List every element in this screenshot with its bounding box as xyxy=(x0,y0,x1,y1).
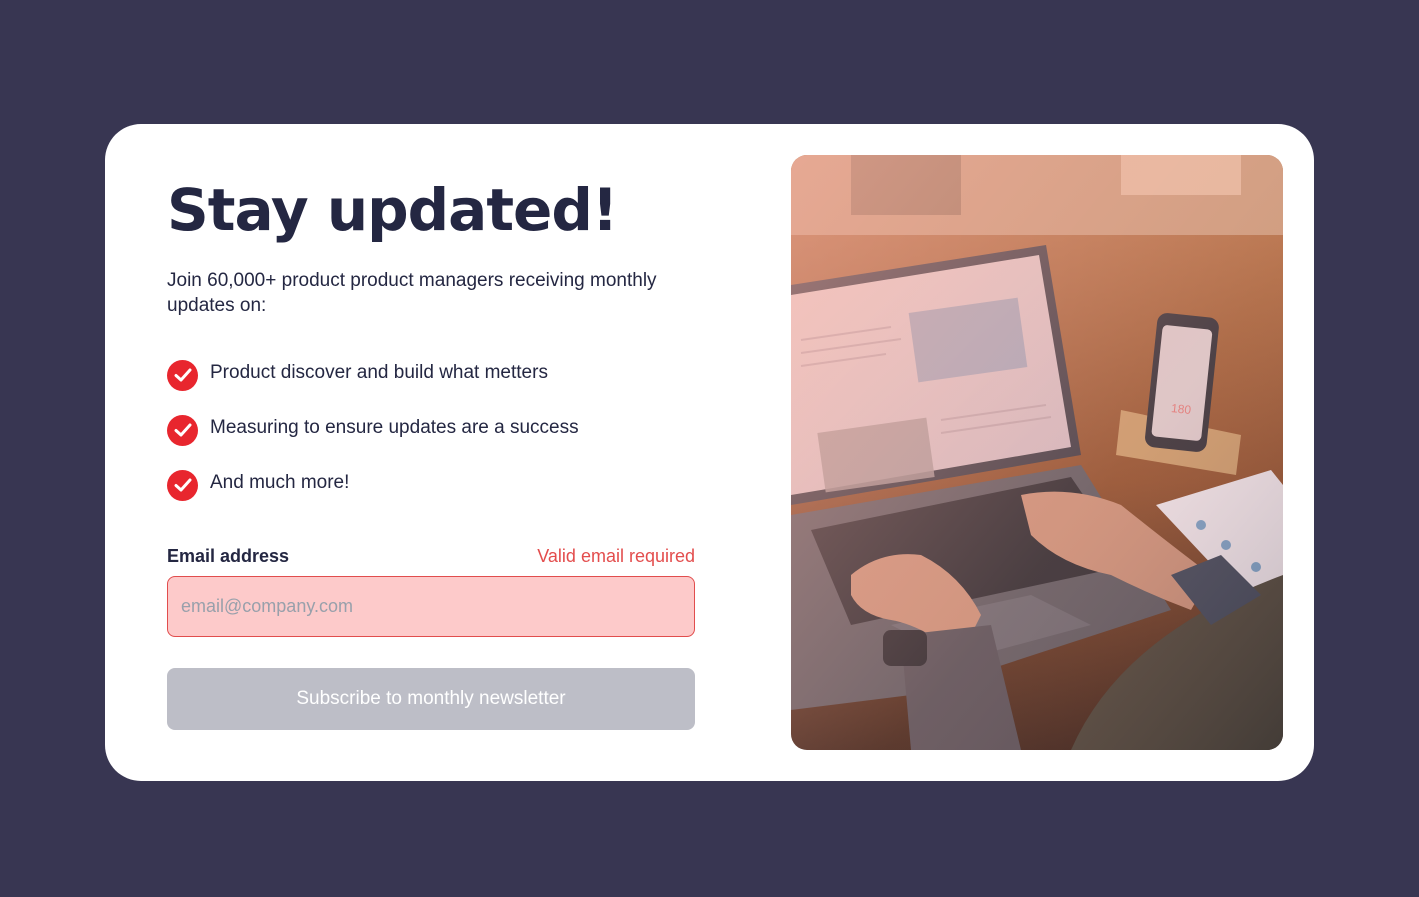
benefit-text: Product discover and build what metters xyxy=(210,362,548,383)
email-label: Email address xyxy=(167,546,290,566)
intro-text: Join 60,000+ product product managers re… xyxy=(167,270,657,316)
newsletter-card: Stay updated! Join 60,000+ product produ… xyxy=(105,124,1314,781)
page-title: Stay updated! xyxy=(167,176,618,244)
list-item: And much more! xyxy=(167,469,579,501)
benefits-list: Product discover and build what metters … xyxy=(167,359,579,524)
check-icon xyxy=(167,359,198,391)
laptop-desk-photo: 180 xyxy=(791,155,1283,750)
check-icon xyxy=(167,469,198,501)
benefit-text: And much more! xyxy=(210,472,350,493)
email-error-message: Valid email required xyxy=(537,546,695,566)
email-field[interactable] xyxy=(167,576,695,637)
list-item: Product discover and build what metters xyxy=(167,359,579,391)
signup-panel: Stay updated! Join 60,000+ product produ… xyxy=(167,124,695,781)
benefit-text: Measuring to ensure updates are a succes… xyxy=(210,417,579,438)
list-item: Measuring to ensure updates are a succes… xyxy=(167,414,579,446)
check-icon xyxy=(167,414,198,446)
email-field-header: Email address Valid email required xyxy=(167,546,695,567)
subscribe-button[interactable]: Subscribe to monthly newsletter xyxy=(167,668,695,730)
